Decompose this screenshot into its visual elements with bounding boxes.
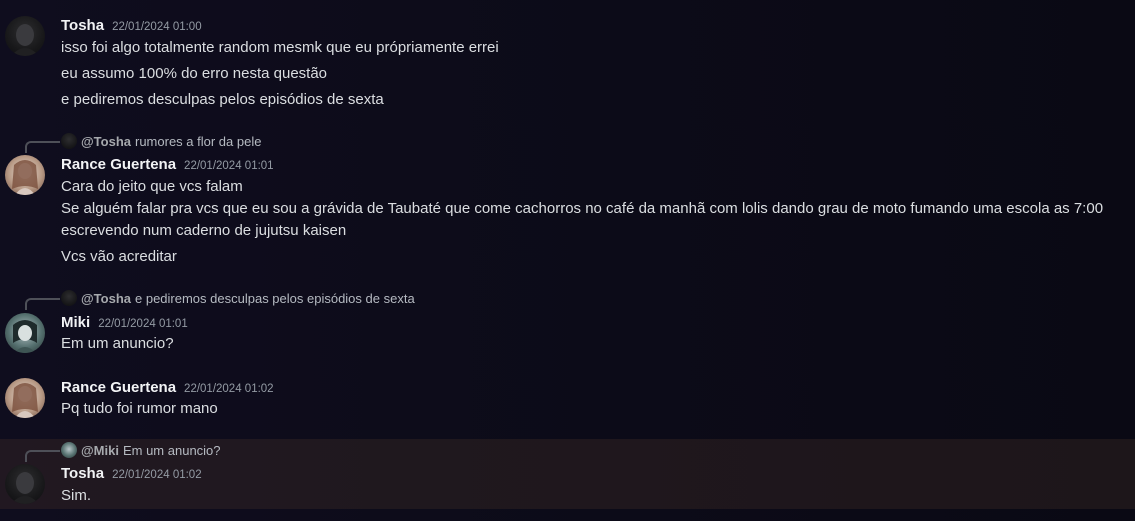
message-text: escrevendo num caderno de jujutsu kaisen xyxy=(61,222,347,239)
message-text: e pediremos desculpas pelos episódios de… xyxy=(61,91,384,108)
reply-preview[interactable]: @Tosha rumores a flor da pele xyxy=(25,132,262,153)
avatar[interactable] xyxy=(5,378,45,418)
timestamp: 22/01/2024 01:02 xyxy=(112,469,202,481)
reply-mention[interactable]: @Tosha xyxy=(81,134,131,149)
message-text: Sim. xyxy=(61,487,91,504)
avatar[interactable] xyxy=(5,155,45,195)
username[interactable]: Rance Guertena xyxy=(61,156,176,173)
reply-avatar xyxy=(61,442,77,458)
reply-spine xyxy=(25,141,60,153)
reply-spine xyxy=(25,298,60,310)
reply-avatar xyxy=(61,133,77,149)
message-text: Vcs vão acreditar xyxy=(61,248,177,265)
reply-text: Em um anuncio? xyxy=(122,442,221,458)
reply-text: rumores a flor da pele xyxy=(135,133,262,149)
message-text: isso foi algo totalmente random mesmk qu… xyxy=(61,39,499,56)
timestamp: 22/01/2024 01:01 xyxy=(98,318,188,330)
reply-preview[interactable]: @Tosha e pediremos desculpas pelos episó… xyxy=(25,289,415,310)
reply-preview[interactable]: @Miki Em um anuncio? xyxy=(25,441,221,462)
avatar[interactable] xyxy=(5,464,45,504)
message-text: Cara do jeito que vcs falam xyxy=(61,178,243,195)
username[interactable]: Tosha xyxy=(61,17,104,34)
timestamp: 22/01/2024 01:02 xyxy=(184,383,274,395)
reply-spine xyxy=(25,450,60,462)
username[interactable]: Tosha xyxy=(61,465,104,482)
message-text: Pq tudo foi rumor mano xyxy=(61,400,218,417)
timestamp: 22/01/2024 01:01 xyxy=(184,160,274,172)
username[interactable]: Rance Guertena xyxy=(61,379,176,396)
reply-mention[interactable]: @Miki xyxy=(81,443,119,458)
avatar[interactable] xyxy=(5,16,45,56)
reply-text: e pediremos desculpas pelos episódios de… xyxy=(135,290,415,306)
reply-mention[interactable]: @Tosha xyxy=(81,291,131,306)
username[interactable]: Miki xyxy=(61,314,90,331)
message-text: eu assumo 100% do erro nesta questão xyxy=(61,65,328,82)
message-text: Se alguém falar pra vcs que eu sou a grá… xyxy=(61,200,1104,217)
avatar[interactable] xyxy=(5,313,45,353)
reply-avatar xyxy=(61,290,77,306)
timestamp: 22/01/2024 01:00 xyxy=(112,21,202,33)
message-text: Em um anuncio? xyxy=(61,335,174,352)
